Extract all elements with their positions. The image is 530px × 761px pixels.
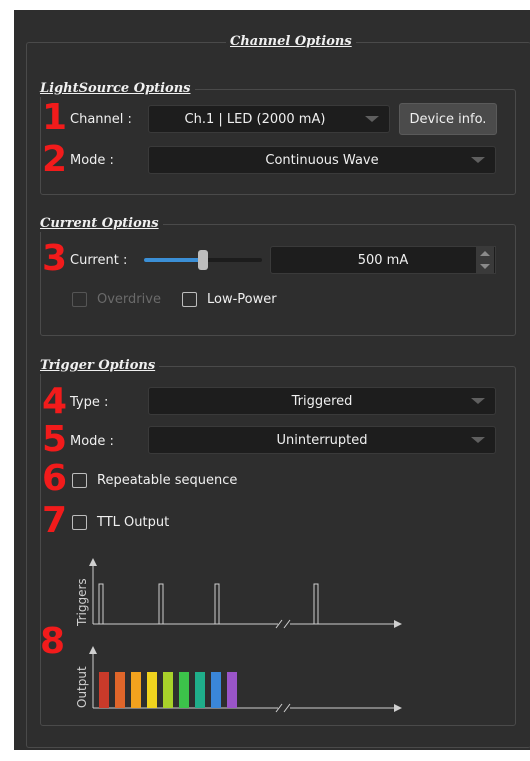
ttl-output-checkbox[interactable] — [72, 515, 87, 530]
slider-fill — [144, 258, 203, 262]
current-label: Current : — [70, 253, 128, 268]
repeatable-sequence-checkbox[interactable] — [72, 473, 87, 488]
channel-options-panel: Channel Options LightSource Options 1 Ch… — [14, 10, 530, 750]
trigger-pulse — [98, 583, 104, 625]
chevron-down-icon — [480, 264, 490, 269]
lightsource-mode-value: Continuous Wave — [265, 152, 379, 168]
lightsource-mode-select[interactable]: Continuous Wave — [148, 146, 496, 174]
annotation-1: 1 — [42, 97, 68, 138]
chevron-down-icon — [471, 437, 485, 443]
output-bar — [227, 672, 237, 708]
current-options-group — [40, 224, 516, 336]
slider-handle[interactable] — [198, 250, 208, 270]
channel-label: Channel : — [70, 112, 132, 127]
annotation-7: 7 — [42, 500, 68, 541]
output-bar — [115, 672, 125, 708]
chevron-up-icon — [480, 251, 490, 256]
annotation-6: 6 — [42, 458, 68, 499]
chevron-down-icon — [365, 116, 379, 122]
trigger-mode-label: Mode : — [70, 434, 114, 449]
trigger-options-title: Trigger Options — [36, 358, 160, 374]
trigger-type-select[interactable]: Triggered — [148, 387, 496, 415]
current-spin-up[interactable] — [476, 247, 494, 260]
overdrive-checkbox[interactable] — [72, 292, 87, 307]
output-bar — [99, 672, 109, 708]
annotation-4: 4 — [42, 381, 68, 422]
output-axis-label: Output — [75, 666, 89, 708]
trigger-pulse — [214, 583, 220, 625]
overdrive-label: Overdrive — [97, 292, 161, 307]
annotation-2: 2 — [42, 139, 68, 180]
channel-options-title: Channel Options — [226, 34, 356, 50]
current-spin-down[interactable] — [476, 260, 494, 273]
ttl-output-label: TTL Output — [97, 515, 170, 530]
mode-label: Mode : — [70, 153, 114, 168]
chevron-down-icon — [471, 398, 485, 404]
output-bar — [195, 672, 205, 708]
current-options-title: Current Options — [36, 216, 163, 232]
trigger-pulses — [98, 583, 319, 625]
triggers-axis-label: Triggers — [75, 578, 89, 627]
annotation-5: 5 — [42, 419, 68, 460]
output-bar — [211, 672, 221, 708]
chevron-down-icon — [471, 157, 485, 163]
current-value: 500 mA — [357, 252, 409, 268]
trigger-type-label: Type : — [70, 395, 109, 410]
channel-select-value: Ch.1 | LED (2000 mA) — [184, 111, 326, 127]
lowpower-checkbox[interactable] — [182, 292, 197, 307]
triggers-axis — [89, 558, 402, 629]
output-bar — [131, 672, 141, 708]
output-bar — [147, 672, 157, 708]
annotation-8: 8 — [40, 621, 66, 662]
output-bar — [163, 672, 173, 708]
trigger-pulse — [158, 583, 164, 625]
trigger-type-value: Triggered — [291, 393, 353, 409]
output-bar — [179, 672, 189, 708]
annotation-3: 3 — [42, 238, 68, 279]
lightsource-options-title: LightSource Options — [36, 81, 195, 97]
trigger-output-diagram: Triggers Output — [75, 558, 402, 713]
device-info-button[interactable]: Device info. — [399, 103, 497, 135]
trigger-mode-select[interactable]: Uninterrupted — [148, 426, 496, 454]
output-bars — [99, 672, 237, 708]
trigger-mode-value: Uninterrupted — [276, 432, 368, 448]
trigger-pulse — [313, 583, 319, 625]
current-slider[interactable] — [144, 250, 262, 270]
current-spinbox[interactable]: 500 mA — [270, 246, 496, 274]
channel-select[interactable]: Ch.1 | LED (2000 mA) — [148, 105, 390, 133]
lowpower-label: Low-Power — [207, 292, 277, 307]
repeatable-sequence-label: Repeatable sequence — [97, 473, 238, 488]
